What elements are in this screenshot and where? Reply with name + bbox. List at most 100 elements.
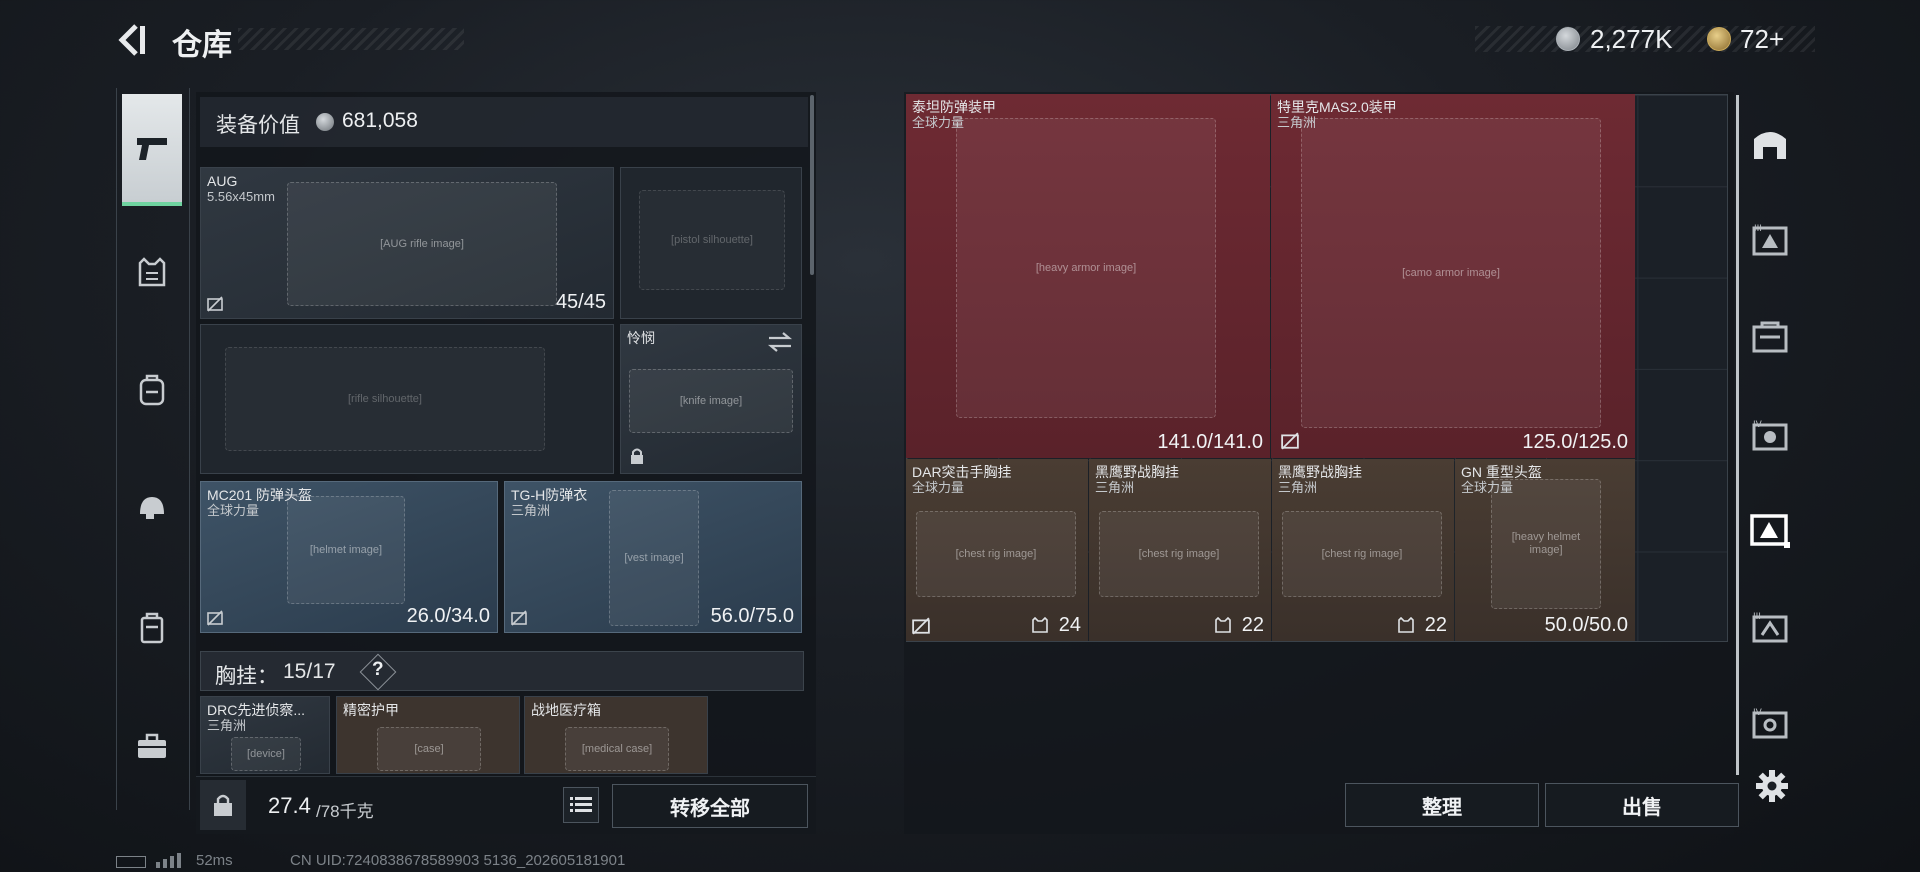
storage-tab-selected[interactable]	[1745, 505, 1795, 555]
storage-tab-tier-4[interactable]: IV	[1745, 410, 1795, 460]
helmet-image: [helmet image]	[287, 496, 405, 604]
armor-faction: 三角洲	[511, 503, 551, 518]
storage-item[interactable]: 泰坦防弹装甲 全球力量 [heavy armor image] 141.0/14…	[906, 94, 1270, 458]
melee-image: [knife image]	[629, 369, 793, 433]
tab-vest[interactable]	[122, 242, 182, 302]
rig-item-faction: 三角洲	[207, 718, 247, 733]
no-insure-icon	[912, 617, 930, 635]
storage-item[interactable]: GN 重型头盔 全球力量 [heavy helmet image] 50.0/5…	[1455, 459, 1635, 641]
currency-coin-icon	[1556, 27, 1580, 51]
ping-value: 52ms	[196, 852, 233, 869]
vest-icon	[138, 257, 166, 287]
storage-tab-case[interactable]	[1745, 312, 1795, 362]
storage-item-name: 泰坦防弹装甲	[912, 99, 996, 115]
battery-icon	[116, 856, 146, 868]
storage-tab-tier-3-small[interactable]: III	[1745, 602, 1795, 652]
svg-text:III: III	[1753, 612, 1761, 622]
tab-backpack[interactable]	[122, 360, 182, 420]
back-arrow-icon	[118, 24, 145, 56]
storage-item-count: 24	[1058, 614, 1081, 636]
rig-item-name: DRC先进侦察...	[207, 702, 305, 718]
pistol-slot[interactable]: [pistol silhouette]	[620, 167, 802, 319]
tab-case[interactable]	[122, 598, 182, 658]
no-insure-icon	[207, 296, 223, 312]
rig-item-name: 战地医疗箱	[531, 702, 601, 718]
helmet-slot[interactable]: MC201 防弹头盔 全球力量 [helmet image] 26.0/34.0	[200, 481, 498, 633]
storage-item-image: [chest rig image]	[1099, 511, 1259, 597]
secondary-coin-icon	[1707, 27, 1731, 51]
storage-item-name: 特里克MAS2.0装甲	[1277, 99, 1397, 115]
storage-item[interactable]: 黑鹰野战胸挂 三角洲 [chest rig image] 22	[1089, 459, 1271, 641]
svg-text:III: III	[1754, 224, 1762, 234]
primary-weapon-slot[interactable]: AUG 5.56x45mm [AUG rifle image] 45/45	[200, 167, 614, 319]
gear-icon	[1756, 770, 1788, 802]
lock-icon	[631, 448, 643, 464]
storage-item-image: [camo armor image]	[1301, 118, 1601, 428]
rig-item[interactable]: 战地医疗箱 [medical case]	[524, 696, 708, 774]
no-insure-icon	[207, 610, 223, 626]
storage-item-name: DAR突击手胸挂	[912, 464, 1012, 480]
storage-item-faction: 三角洲	[1278, 480, 1318, 495]
signal-icon	[154, 852, 184, 868]
tier-4-case-icon: IV	[1752, 420, 1788, 451]
storage-tab-tier-3[interactable]: III	[1745, 215, 1795, 265]
silver-coin-icon	[316, 113, 334, 131]
sort-button[interactable]: 整理	[1345, 783, 1539, 827]
helmet-icon	[140, 497, 164, 519]
rig-item-name: 精密护甲	[343, 702, 399, 718]
primary-weapon-image: [AUG rifle image]	[287, 182, 557, 306]
settings-button[interactable]	[1754, 768, 1790, 804]
tab-helmet[interactable]	[122, 478, 182, 538]
rig-item[interactable]: DRC先进侦察... 三角洲 [device]	[200, 696, 330, 774]
weight-lock-button[interactable]	[200, 780, 246, 830]
chest-rig-capacity: 15/17	[283, 660, 336, 683]
tab-toolbox[interactable]	[122, 716, 182, 776]
backpack-icon	[139, 374, 165, 406]
storage-item-faction: 全球力量	[912, 480, 965, 495]
storage-item-image: [heavy armor image]	[956, 118, 1216, 418]
helmet-durability: 26.0/34.0	[406, 605, 490, 627]
no-insure-icon	[1281, 432, 1299, 450]
list-view-button[interactable]	[563, 787, 599, 823]
storage-item[interactable]: 黑鹰野战胸挂 三角洲 [chest rig image] 22	[1272, 459, 1454, 641]
storage-item-durability: 125.0/125.0	[1522, 431, 1628, 453]
storage-item-count: 22	[1424, 614, 1447, 636]
melee-name: 怜悯	[627, 330, 655, 346]
storage-tab-tier-4-small[interactable]: IV	[1745, 698, 1795, 748]
sell-button[interactable]: 出售	[1545, 783, 1739, 827]
storage-item-count: 22	[1241, 614, 1264, 636]
help-glyph: ?	[372, 659, 384, 680]
chest-rig-label: 胸挂：	[215, 665, 278, 688]
storage-item[interactable]: 特里克MAS2.0装甲 三角洲 [camo armor image] 125.0…	[1271, 94, 1635, 458]
secondary-weapon-silhouette: [rifle silhouette]	[225, 347, 545, 451]
back-button[interactable]	[114, 20, 150, 60]
uid-text: CN UID:7240838678589903 5136_20260518190…	[290, 852, 626, 869]
swap-icon[interactable]	[767, 331, 793, 353]
melee-slot[interactable]: 怜悯 [knife image]	[620, 324, 802, 474]
selected-case-icon	[1750, 514, 1790, 548]
transfer-all-button[interactable]: 转移全部	[612, 784, 808, 828]
secondary-value[interactable]: 72+	[1740, 24, 1784, 55]
primary-weapon-name: AUG	[207, 173, 238, 189]
tier-4-small-case-icon: IV	[1752, 708, 1788, 739]
toolbox-icon	[138, 733, 166, 758]
armor-durability: 56.0/75.0	[710, 605, 794, 627]
secondary-weapon-slot[interactable]: [rifle silhouette]	[200, 324, 614, 474]
weight-icon	[214, 794, 232, 816]
weight-current: 27.4	[268, 793, 311, 818]
tab-weapons[interactable]	[122, 94, 182, 206]
armor-slot[interactable]: TG-H防弹衣 三角洲 [vest image] 56.0/75.0	[504, 481, 802, 633]
storage-item[interactable]: DAR突击手胸挂 全球力量 [chest rig image] 24	[906, 459, 1088, 641]
loadout-scrollbar[interactable]	[810, 95, 814, 275]
tier-3-case-icon: III	[1752, 224, 1788, 256]
storage-item-name: 黑鹰野战胸挂	[1278, 464, 1362, 480]
rig-item-image: [case]	[377, 727, 481, 771]
armor-image: [vest image]	[609, 490, 699, 626]
right-tab-divider	[1736, 95, 1739, 775]
storage-item-durability: 50.0/50.0	[1544, 614, 1628, 636]
rig-item[interactable]: 精密护甲 [case]	[336, 696, 520, 774]
helmet-faction: 全球力量	[207, 503, 260, 518]
storage-tab-floor[interactable]	[1745, 118, 1795, 168]
rig-item-image: [device]	[231, 737, 301, 771]
storage-item-name: 黑鹰野战胸挂	[1095, 464, 1179, 480]
